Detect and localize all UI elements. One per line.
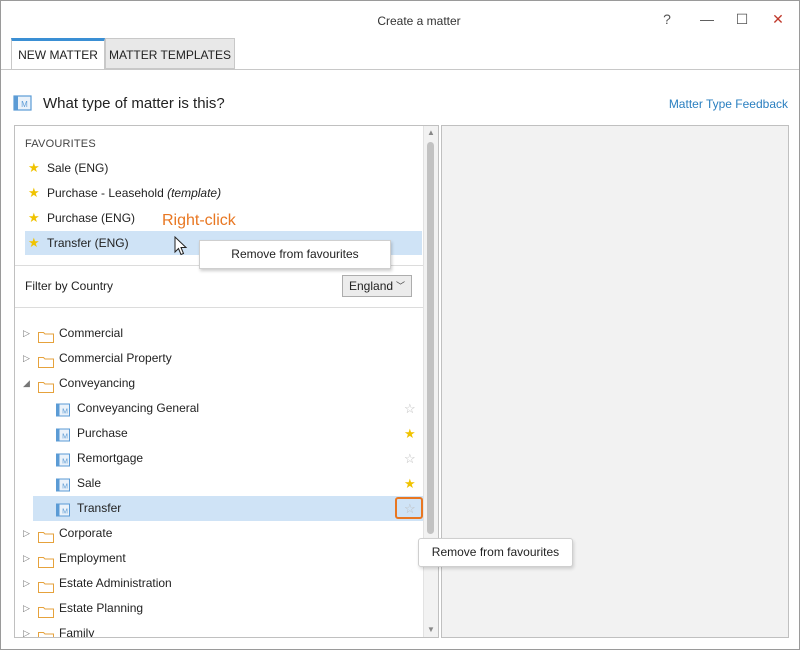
folder-icon [38,377,54,393]
tree-folder-label: Commercial [59,326,124,340]
svg-text:M: M [62,484,68,491]
star-filled-icon[interactable]: ★ [404,421,416,446]
favourite-label: Transfer (ENG) [47,236,129,250]
matter-type-icon: M [56,401,71,417]
collapsed-triangle-icon[interactable]: ▷ [23,571,33,596]
close-button[interactable]: ✕ [768,10,788,28]
window-title: Create a matter [377,14,461,28]
chevron-down-icon: ﹀ [395,281,405,291]
matter-type-icon: M [56,501,71,517]
star-filled-icon: ★ [28,160,40,175]
collapsed-triangle-icon[interactable]: ▷ [23,621,33,637]
tree-folder-row[interactable]: ▷ Corporate [15,521,426,546]
tree-matter-type-row[interactable]: M Conveyancing General ☆ [15,396,426,421]
expanded-triangle-icon[interactable]: ◢ [23,371,33,396]
minimize-button[interactable]: — [697,10,717,28]
folder-icon [38,577,54,593]
matter-type-feedback-link[interactable]: Matter Type Feedback [621,97,788,111]
collapsed-triangle-icon[interactable]: ▷ [23,346,33,371]
star-filled-icon: ★ [28,235,40,250]
tree-folder-row[interactable]: ▷ Estate Administration [15,571,426,596]
tree-folder-row[interactable]: ◢ Conveyancing [15,371,426,396]
favourite-item[interactable]: ★ Sale (ENG) [25,156,422,180]
filter-divider [15,307,426,308]
star-filled-icon: ★ [28,185,40,200]
tree-folder-label: Conveyancing [59,376,136,390]
favourite-item[interactable]: ★ Purchase - Leasehold (template) [25,181,422,205]
tree-folder-label: Family [59,626,95,638]
tree-folder-row[interactable]: ▷ Commercial Property [15,346,426,371]
collapsed-triangle-icon[interactable]: ▷ [23,321,33,346]
tree-folder-row[interactable]: ▷ Family [15,621,426,638]
folder-icon [38,602,54,618]
tree-matter-type-label: Transfer [77,501,122,515]
svg-text:M: M [62,509,68,516]
tab-matter-templates[interactable]: MATTER TEMPLATES [105,38,235,69]
tree-folder-label: Estate Planning [59,601,144,615]
tree-folder-row[interactable]: ▷ Commercial [15,321,426,346]
context-menu: Remove from favourites [199,240,391,269]
tab-new-matter[interactable]: NEW MATTER [11,38,105,70]
scroll-up-arrow-icon[interactable]: ▲ [425,128,437,138]
mouse-pointer-icon [174,236,188,256]
country-select-value: England [349,279,394,293]
folder-icon [38,352,54,368]
favourite-label: Purchase - Leasehold (template) [47,186,222,200]
matter-type-icon: M [56,451,71,467]
tree-matter-type-label: Remortgage [77,451,144,465]
tree-matter-type-row[interactable]: M Sale ★ [15,471,426,496]
star-highlight-box [395,497,423,519]
tab-divider [1,69,799,70]
folder-icon [38,527,54,543]
tree-matter-type-row[interactable]: M Remortgage ☆ [15,446,426,471]
star-filled-icon[interactable]: ★ [404,471,416,496]
tree-folder-label: Employment [59,551,126,565]
star-outline-icon[interactable]: ☆ [404,396,416,421]
page-question: What type of matter is this? [43,95,225,112]
star-outline-icon[interactable]: ☆ [404,446,416,471]
tree-folder-label: Corporate [59,526,113,540]
tree-matter-type-label: Sale [77,476,102,490]
tree-matter-type-row[interactable]: M Purchase ★ [15,421,426,446]
create-matter-window: Create a matter ? — ☐ ✕ NEW MATTER MATTE… [0,0,800,650]
scrollbar-thumb[interactable] [427,142,434,534]
tree-folder-label: Estate Administration [59,576,172,590]
right-click-annotation: Right-click [162,212,236,229]
star-filled-icon: ★ [28,210,40,225]
country-select[interactable]: England ﹀ [342,275,412,297]
collapsed-triangle-icon[interactable]: ▷ [23,596,33,621]
matter-type-icon: M [56,426,71,442]
maximize-button[interactable]: ☐ [732,10,752,28]
svg-text:M: M [62,459,68,466]
matter-type-icon: M [56,476,71,492]
title-bar: Create a matter ? — ☐ ✕ [1,1,799,39]
folder-icon [38,327,54,343]
folder-icon [38,627,54,637]
tree-matter-type-label: Conveyancing General [77,401,200,415]
matter-type-icon: M [13,95,32,111]
tree-folder-label: Commercial Property [59,351,172,365]
tree-matter-type-label: Purchase [77,426,128,440]
help-button[interactable]: ? [657,10,677,28]
template-tag: (template) [167,186,222,200]
matter-type-list-panel: FAVOURITES ★ Sale (ENG) ★ Purchase - Lea… [14,125,439,638]
svg-text:M: M [62,409,68,416]
collapsed-triangle-icon[interactable]: ▷ [23,521,33,546]
context-menu-remove-from-favourites[interactable]: Remove from favourites [231,247,358,261]
favourite-label: Purchase (ENG) [47,211,136,225]
favourite-label: Sale (ENG) [47,161,109,175]
tree-matter-type-row[interactable]: M Transfer ☆ [33,496,426,521]
svg-text:M: M [62,434,68,441]
scroll-down-arrow-icon[interactable]: ▼ [425,625,437,635]
filter-by-country-label: Filter by Country [25,279,114,293]
tree-folder-row[interactable]: ▷ Employment [15,546,426,571]
folder-icon [38,552,54,568]
remove-from-favourites-tooltip: Remove from favourites [418,538,573,567]
collapsed-triangle-icon[interactable]: ▷ [23,546,33,571]
favourites-heading: FAVOURITES [25,138,96,150]
tree-folder-row[interactable]: ▷ Estate Planning [15,596,426,621]
svg-text:M: M [21,100,28,109]
